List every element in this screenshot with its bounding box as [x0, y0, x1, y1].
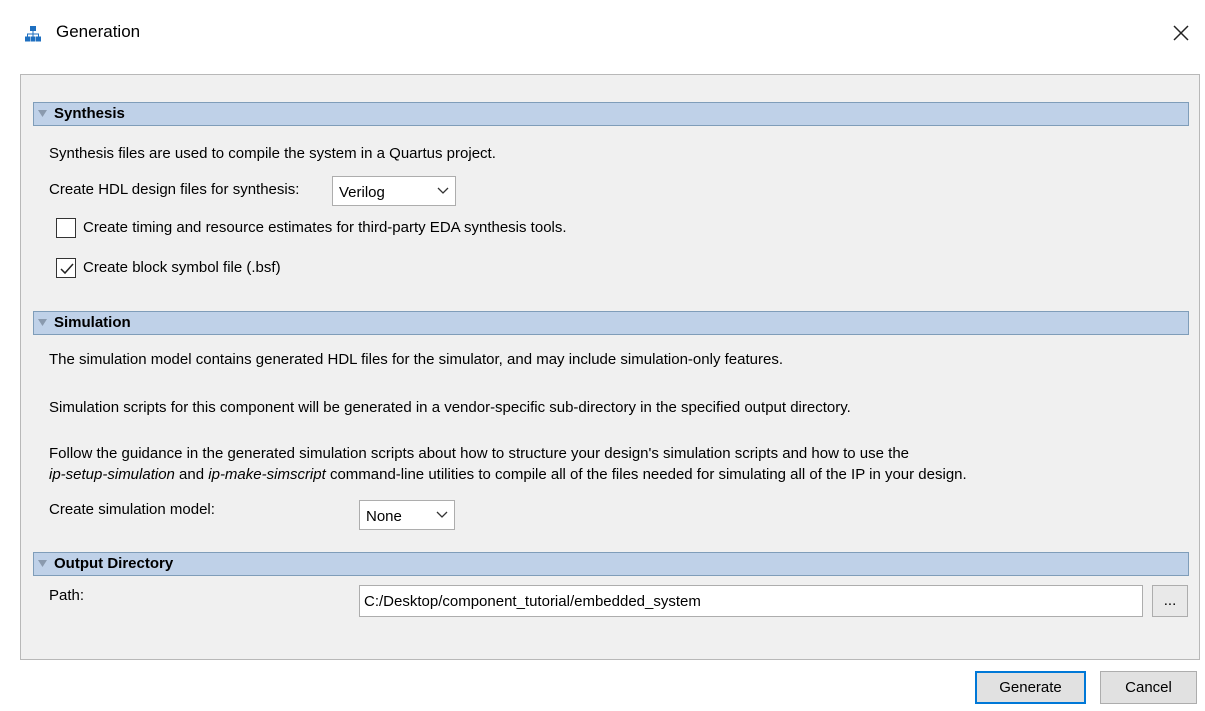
hdl-language-value: Verilog	[339, 184, 385, 201]
simulation-paragraph-3-line-2: ip-setup-simulation and ip-make-simscrip…	[49, 466, 967, 483]
content-panel: Synthesis Synthesis files are used to co…	[20, 74, 1200, 660]
close-icon	[1173, 25, 1189, 41]
ip-make-simscript-term: ip-make-simscript	[208, 466, 326, 483]
browse-button[interactable]: ...	[1152, 585, 1188, 617]
title-bar: Generation	[0, 0, 1205, 66]
simulation-paragraph-3-line-1: Follow the guidance in the generated sim…	[49, 445, 910, 462]
window-title: Generation	[56, 22, 141, 41]
close-button[interactable]	[1164, 18, 1198, 48]
simulation-paragraph-2: Simulation scripts for this component wi…	[49, 399, 851, 416]
chevron-down-icon	[436, 511, 448, 518]
collapse-triangle-icon	[38, 110, 47, 117]
collapse-triangle-icon	[38, 560, 47, 567]
simulation-paragraph-1: The simulation model contains generated …	[49, 351, 783, 368]
hierarchy-icon	[24, 25, 42, 43]
block-symbol-file-checkbox[interactable]	[56, 258, 76, 278]
cancel-button[interactable]: Cancel	[1100, 671, 1197, 704]
generate-button[interactable]: Generate	[975, 671, 1086, 704]
simulation-model-value: None	[366, 508, 402, 525]
hdl-design-files-label: Create HDL design files for synthesis:	[49, 181, 300, 198]
synthesis-section-header[interactable]: Synthesis	[33, 102, 1189, 126]
timing-estimates-label: Create timing and resource estimates for…	[83, 219, 567, 236]
path-label: Path:	[49, 587, 85, 604]
synthesis-header-label: Synthesis	[54, 105, 125, 122]
ip-setup-simulation-term: ip-setup-simulation	[49, 466, 175, 483]
output-directory-section-header[interactable]: Output Directory	[33, 552, 1189, 576]
timing-estimates-checkbox[interactable]	[56, 218, 76, 238]
block-symbol-file-label: Create block symbol file (.bsf)	[83, 259, 281, 276]
output-directory-header-label: Output Directory	[54, 555, 174, 572]
paragraph-3-rest: command-line utilities to compile all of…	[325, 466, 967, 483]
synthesis-description: Synthesis files are used to compile the …	[49, 145, 496, 162]
chevron-down-icon	[437, 187, 449, 194]
simulation-header-label: Simulation	[54, 314, 131, 331]
hdl-language-select[interactable]: Verilog	[332, 176, 456, 206]
output-path-input[interactable]	[359, 585, 1143, 617]
conjunction-text: and	[174, 466, 209, 483]
checkmark-icon	[60, 263, 74, 275]
collapse-triangle-icon	[38, 319, 47, 326]
simulation-model-label: Create simulation model:	[49, 501, 215, 518]
simulation-section-header[interactable]: Simulation	[33, 311, 1189, 335]
simulation-model-select[interactable]: None	[359, 500, 455, 530]
